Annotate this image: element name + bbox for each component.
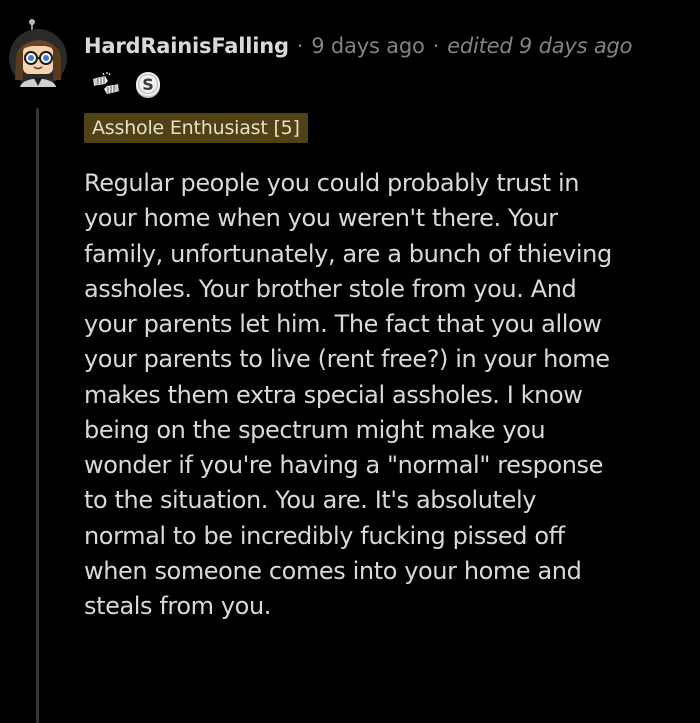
fist-bump-award-icon[interactable] bbox=[90, 69, 122, 101]
comment-body-line: assholes. Your brother stole from you. A… bbox=[84, 274, 577, 303]
comment-body-line: makes them extra special assholes. I kno… bbox=[84, 380, 583, 409]
comment: HardRainisFalling · 9 days ago · edited … bbox=[0, 0, 700, 723]
username-link[interactable]: HardRainisFalling bbox=[84, 31, 289, 61]
comment-body-line: family, unfortunately, are a bunch of th… bbox=[84, 239, 612, 268]
user-avatar[interactable] bbox=[6, 14, 70, 90]
avatar-icon bbox=[9, 19, 67, 87]
comment-body-line: your parents to live (rent free?) in you… bbox=[84, 345, 610, 374]
silver-coin-award-icon[interactable]: S bbox=[132, 69, 164, 101]
awards-row[interactable]: S bbox=[90, 68, 164, 102]
comment-timestamp[interactable]: 9 days ago bbox=[311, 31, 425, 61]
comment-body-line: your home when you weren't there. Your bbox=[84, 204, 558, 233]
thread-collapse-line[interactable] bbox=[36, 108, 39, 723]
comment-header: HardRainisFalling · 9 days ago · edited … bbox=[84, 31, 632, 61]
comment-body-line: your parents let him. The fact that you … bbox=[84, 310, 602, 338]
comment-body-line: to the situation. You are. It's absolute… bbox=[84, 486, 537, 515]
comment-body-line: wonder if you're having a "normal" respo… bbox=[84, 451, 604, 479]
separator-dot: · bbox=[296, 34, 304, 58]
separator-dot: · bbox=[432, 34, 440, 58]
comment-body: Regular people you could probably trust … bbox=[84, 166, 696, 624]
comment-body-line: when someone comes into your home and bbox=[84, 556, 582, 585]
svg-text:S: S bbox=[142, 75, 154, 94]
user-flair: Asshole Enthusiast [5] bbox=[84, 113, 308, 143]
comment-body-line: being on the spectrum might make you bbox=[84, 415, 546, 444]
comment-body-line: steals from you. bbox=[84, 592, 271, 620]
edited-timestamp: edited 9 days ago bbox=[447, 34, 633, 58]
comment-body-line: Regular people you could probably trust … bbox=[84, 169, 580, 197]
comment-body-line: normal to be incredibly fucking pissed o… bbox=[84, 521, 565, 550]
